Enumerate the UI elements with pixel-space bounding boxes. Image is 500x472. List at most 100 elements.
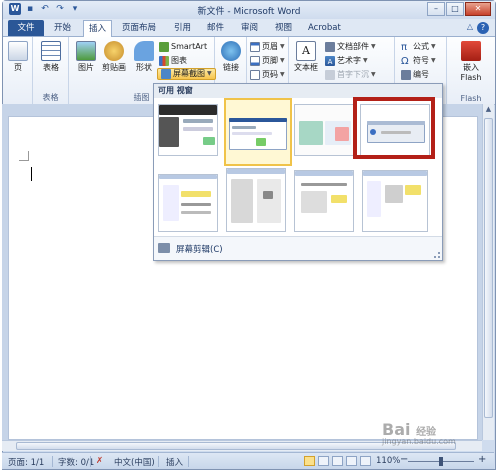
- equation-button[interactable]: π 公式 ▼: [401, 41, 436, 53]
- chart-icon: [159, 56, 169, 66]
- status-separator: [90, 456, 91, 467]
- pages-icon: [8, 41, 28, 61]
- picture-button[interactable]: 图片: [73, 41, 99, 73]
- window-thumbnails: [154, 97, 442, 238]
- quickparts-button[interactable]: 文档部件 ▼: [325, 41, 376, 53]
- chevron-down-icon: ▼: [431, 57, 436, 64]
- dropcap-button[interactable]: 首字下沉 ▼: [325, 69, 376, 81]
- tab-mailings[interactable]: 邮件: [202, 20, 229, 36]
- globe-link-icon: [221, 41, 241, 61]
- available-windows-header: 可用 视窗: [154, 84, 442, 98]
- shapes-button[interactable]: 形状: [131, 41, 157, 73]
- tab-home[interactable]: 开始: [49, 20, 76, 36]
- tab-layout[interactable]: 页面布局: [117, 20, 161, 36]
- screen-clipping-icon: [158, 243, 170, 253]
- pages-button[interactable]: 页: [5, 41, 31, 73]
- window-thumbnail[interactable]: [158, 174, 218, 232]
- shapes-icon: [134, 41, 154, 61]
- textbox-icon: A: [296, 41, 316, 61]
- tab-view[interactable]: 视图: [270, 20, 297, 36]
- page-number-button[interactable]: 页码 ▼: [250, 69, 285, 81]
- wordart-button[interactable]: A 艺术字 ▼: [325, 55, 368, 67]
- screen-clipping-item[interactable]: 屏幕剪辑(C): [154, 236, 442, 260]
- window-thumbnail[interactable]: [362, 170, 428, 232]
- omega-icon: Ω: [401, 56, 409, 67]
- symbol-button[interactable]: Ω 符号 ▼: [401, 55, 436, 67]
- textbox-label: 文本框: [294, 63, 318, 72]
- page-number-label: 页码: [262, 70, 278, 79]
- zoom-slider-knob[interactable]: [439, 457, 443, 466]
- clipart-icon: [104, 41, 124, 61]
- close-button[interactable]: ✕: [465, 2, 491, 16]
- vertical-scroll-thumb[interactable]: [484, 118, 493, 418]
- screenshot-button[interactable]: 屏幕截图 ▼: [157, 68, 216, 80]
- language-status[interactable]: 中文(中国): [114, 456, 155, 468]
- window-controls: – □ ✕: [427, 2, 491, 16]
- smartart-button[interactable]: SmartArt: [159, 41, 207, 53]
- flash-icon: [461, 41, 481, 61]
- numbering-icon: [401, 70, 411, 80]
- textbox-button[interactable]: A 文本框: [291, 41, 321, 73]
- watermark-site: jingyan.baidu.com: [382, 437, 456, 446]
- zoom-level[interactable]: 110%: [376, 456, 400, 466]
- clipart-button[interactable]: 剪贴画: [99, 41, 129, 73]
- outline-view-button[interactable]: [346, 456, 357, 466]
- tab-file[interactable]: 文件: [8, 20, 44, 36]
- pages-label: 页: [14, 63, 22, 72]
- smartart-icon: [159, 42, 169, 52]
- maximize-button[interactable]: □: [446, 2, 464, 16]
- web-layout-view-button[interactable]: [332, 456, 343, 466]
- tab-review[interactable]: 审阅: [236, 20, 263, 36]
- quickparts-label: 文档部件: [337, 42, 369, 51]
- proofing-icon[interactable]: ✗: [96, 456, 103, 466]
- tab-references[interactable]: 引用: [169, 20, 196, 36]
- print-layout-view-button[interactable]: [304, 456, 315, 466]
- footer-icon: [250, 56, 260, 66]
- tab-insert[interactable]: 插入: [83, 20, 113, 37]
- fullscreen-view-button[interactable]: [318, 456, 329, 466]
- window-thumbnail[interactable]: [294, 104, 354, 156]
- quickparts-icon: [325, 42, 335, 52]
- group-pages: 页: [3, 37, 33, 105]
- vertical-scrollbar[interactable]: ▲: [482, 104, 494, 440]
- page-number-icon: [250, 70, 260, 80]
- picture-label: 图片: [78, 63, 94, 72]
- chevron-down-icon: ▼: [363, 57, 368, 64]
- resize-grip-icon[interactable]: [434, 252, 440, 258]
- smartart-label: SmartArt: [171, 42, 208, 51]
- chevron-down-icon: ▼: [280, 57, 285, 64]
- header-label: 页眉: [262, 42, 278, 51]
- zoom-out-icon[interactable]: −: [400, 454, 408, 465]
- chevron-down-icon: ▼: [280, 71, 285, 78]
- zoom-in-icon[interactable]: +: [478, 454, 486, 465]
- window-thumbnail-selected[interactable]: [224, 98, 292, 166]
- tab-acrobat[interactable]: Acrobat: [303, 20, 346, 36]
- minimize-ribbon-icon[interactable]: △: [467, 22, 473, 31]
- group-tables: 表格 表格: [33, 37, 69, 105]
- numbering-button[interactable]: 编号: [401, 69, 429, 81]
- word-count[interactable]: 字数: 0/1: [58, 456, 94, 468]
- links-label: 链接: [223, 63, 239, 72]
- status-bar: 页面: 1/1 字数: 0/1 ✗ 中文(中国) 插入 110% − +: [2, 452, 494, 469]
- help-icon[interactable]: ?: [477, 22, 489, 34]
- window-thumbnail[interactable]: [226, 168, 286, 232]
- footer-button[interactable]: 页脚 ▼: [250, 55, 285, 67]
- scroll-up-icon[interactable]: ▲: [483, 104, 494, 115]
- links-button[interactable]: 链接: [218, 41, 244, 73]
- chevron-down-icon: ▼: [280, 43, 285, 50]
- group-tables-label: 表格: [42, 93, 59, 102]
- minimize-button[interactable]: –: [427, 2, 445, 16]
- embed-flash-button[interactable]: 嵌入 Flash: [457, 41, 485, 83]
- screenshot-label: 屏幕截图: [173, 69, 205, 78]
- chevron-down-icon: ▼: [371, 43, 376, 50]
- header-button[interactable]: 页眉 ▼: [250, 41, 285, 53]
- window-thumbnail[interactable]: [294, 170, 354, 232]
- insert-mode[interactable]: 插入: [166, 456, 183, 468]
- window-thumbnail[interactable]: [158, 104, 218, 156]
- table-button[interactable]: 表格: [38, 41, 64, 73]
- draft-view-button[interactable]: [360, 456, 371, 466]
- chart-button[interactable]: 图表: [159, 55, 187, 67]
- page-count[interactable]: 页面: 1/1: [8, 456, 44, 468]
- status-separator: [158, 456, 159, 467]
- chart-label: 图表: [171, 56, 187, 65]
